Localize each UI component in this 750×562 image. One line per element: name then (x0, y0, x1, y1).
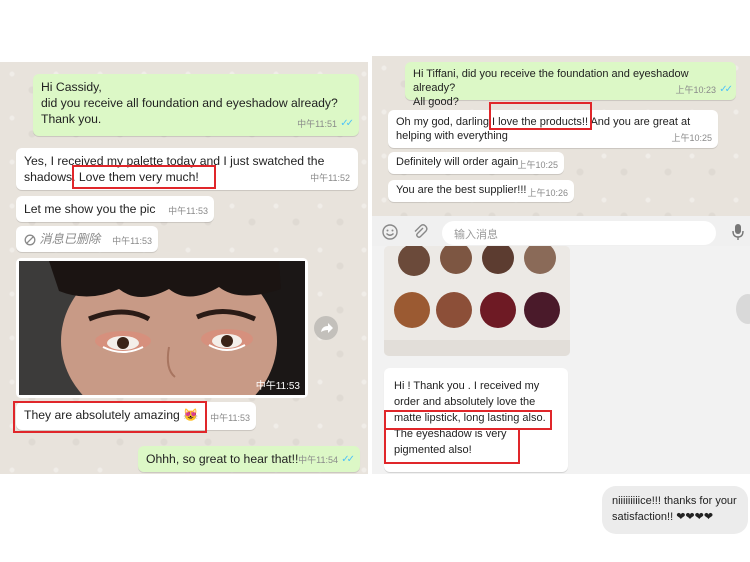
review-line: Hi ! Thank you . I received my (394, 380, 540, 392)
highlight-box (72, 165, 216, 189)
message-time: 中午11:54 (298, 455, 338, 465)
right-chat-panel: Hi Tiffani, did you receive the foundati… (372, 56, 750, 216)
message-text: Oh my god, darling (396, 116, 489, 128)
palette-image[interactable] (384, 246, 570, 356)
left-chat-panel: Hi Cassidy, did you receive all foundati… (0, 62, 368, 474)
message-line: satisfaction!! ❤❤❤❤ (612, 511, 714, 523)
highlight-box (13, 401, 207, 433)
scroll-bubble[interactable] (736, 294, 750, 324)
double-check-icon: ✓✓ (340, 118, 354, 129)
forward-icon (321, 323, 333, 333)
double-check-icon: ✓✓ (341, 454, 355, 465)
outgoing-message[interactable]: Ohhh, so great to hear that!! 中午11:54 ✓✓ (138, 446, 360, 472)
message-time: 上午10:25 (517, 160, 558, 170)
review-line: order and absolutely love the (394, 396, 536, 408)
message-time: 中午11:51 (297, 119, 337, 129)
message-input-bar: 输入消息 (372, 216, 750, 248)
message-time: 中午11:53 (112, 236, 152, 246)
review-panel: Hi ! Thank you . I received my order and… (372, 246, 750, 474)
image-message[interactable]: 中午11:53 (16, 258, 308, 398)
message-time: 上午10:26 (527, 188, 568, 198)
message-text: Ohhh, so great to hear that!! (146, 452, 299, 466)
incoming-message[interactable]: niiiiiiiiice!!! thanks for your satisfac… (602, 486, 748, 534)
photo-time: 中午11:53 (255, 381, 300, 392)
forward-button[interactable] (314, 316, 338, 340)
incoming-message[interactable]: You are the best supplier!!! 上午10:26 (388, 180, 574, 202)
message-input[interactable]: 输入消息 (442, 221, 716, 245)
selfie-photo (19, 258, 305, 398)
emoji-icon[interactable] (382, 224, 398, 245)
message-line: niiiiiiiiice!!! thanks for your (612, 495, 737, 507)
incoming-message[interactable]: Let me show you the pic 中午11:53 (16, 196, 214, 222)
attach-icon[interactable] (412, 223, 428, 245)
message-line: helping with everything (396, 130, 508, 142)
input-placeholder: 输入消息 (454, 229, 498, 241)
message-text: You are the best supplier!!! (396, 184, 527, 196)
outgoing-message[interactable]: Hi Cassidy, did you receive all foundati… (33, 74, 359, 136)
message-line: Hi Cassidy, (41, 80, 102, 94)
message-text: 消息已删除 (39, 232, 101, 246)
highlight-box (384, 428, 520, 464)
eyeshadow-palette-photo (384, 246, 570, 356)
message-time: 上午10:25 (671, 133, 712, 143)
double-check-icon: ✓✓ (719, 84, 733, 95)
outgoing-message[interactable]: Hi Tiffani, did you receive the foundati… (405, 62, 736, 108)
deleted-message[interactable]: 消息已删除 中午11:53 (16, 226, 158, 252)
highlight-box (384, 410, 552, 430)
blocked-icon (24, 232, 39, 246)
incoming-message[interactable]: Definitely will order again 上午10:25 (388, 152, 564, 174)
microphone-icon[interactable] (732, 223, 744, 246)
highlight-box (489, 102, 592, 130)
message-time: 上午10:23 (675, 85, 716, 95)
message-text: And you are great at (590, 116, 691, 128)
message-time: 中午11:53 (210, 413, 250, 423)
message-time: 中午11:52 (310, 173, 350, 183)
message-line: did you receive all foundation and eyesh… (41, 96, 338, 110)
message-time: 中午11:53 (168, 206, 208, 216)
message-text: Let me show you the pic (24, 202, 156, 216)
message-text: shadows. (24, 170, 76, 184)
message-text: Definitely will order again (396, 156, 519, 168)
